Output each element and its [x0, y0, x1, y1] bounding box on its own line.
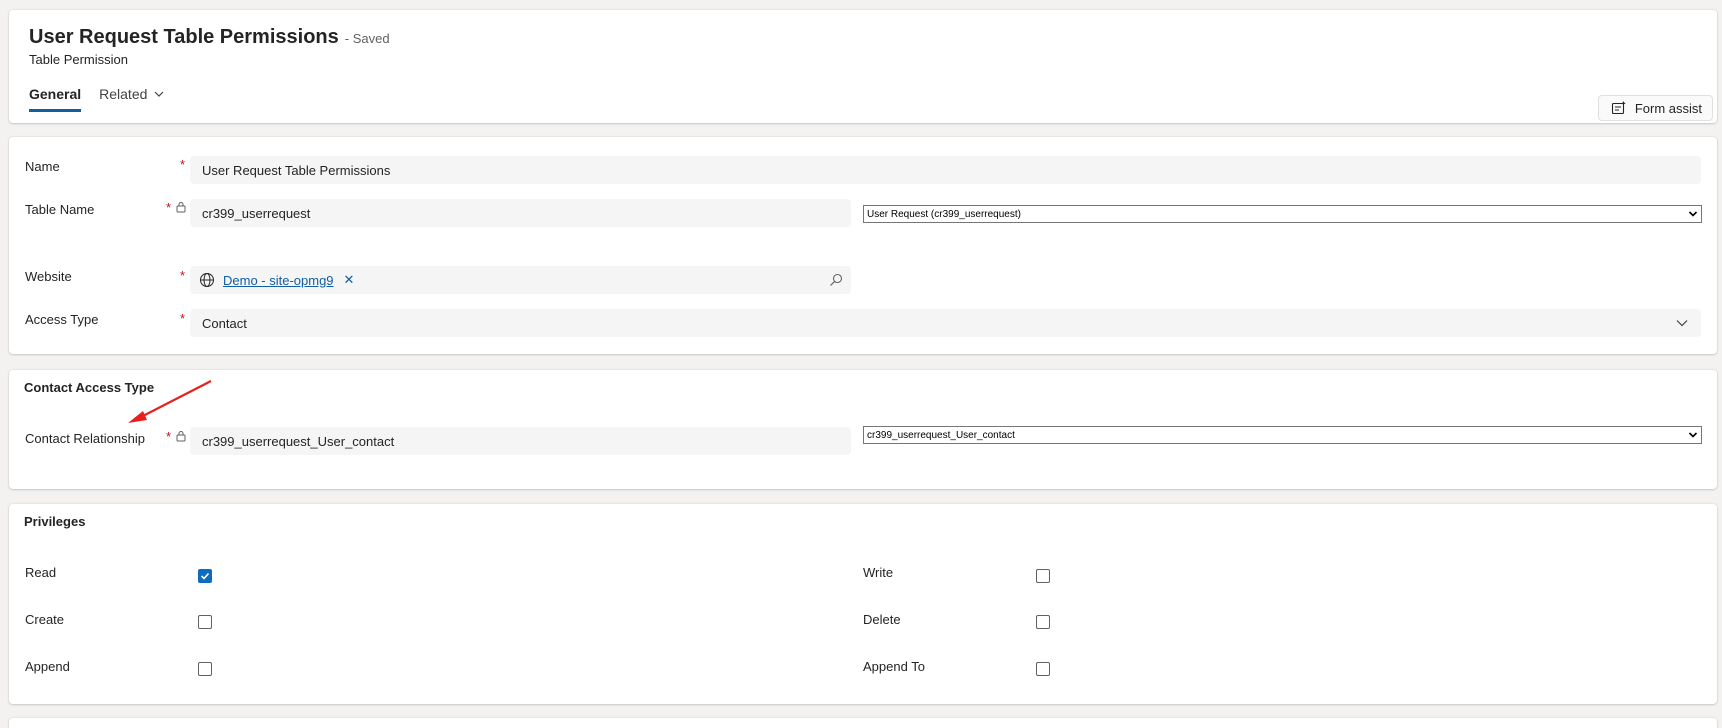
- required-marker: *: [180, 157, 186, 172]
- save-status: - Saved: [344, 31, 390, 46]
- search-icon[interactable]: [829, 273, 843, 287]
- relationship-select-value: cr399_userrequest_User_contact: [867, 429, 1015, 441]
- contact-relationship-input[interactable]: cr399_userrequest_User_contact: [190, 427, 851, 455]
- next-section: [9, 718, 1717, 728]
- name-label: Name: [25, 159, 60, 174]
- tab-general[interactable]: General: [29, 86, 82, 112]
- read-checkbox[interactable]: [198, 569, 212, 583]
- website-label: Website: [25, 269, 72, 284]
- website-lookup[interactable]: Demo - site-opmg9 ✕: [190, 266, 851, 294]
- append-checkbox[interactable]: [198, 662, 212, 676]
- required-marker: *: [166, 429, 172, 444]
- name-value: User Request Table Permissions: [202, 162, 391, 178]
- table-name-select[interactable]: User Request (cr399_userrequest): [863, 205, 1702, 223]
- chevron-down-icon: [154, 91, 164, 97]
- chevron-down-icon: [1688, 432, 1698, 438]
- required-marker: *: [180, 268, 186, 283]
- privilege-create-label: Create: [25, 612, 65, 627]
- privilege-delete-label: Delete: [863, 612, 901, 627]
- website-link[interactable]: Demo - site-opmg9: [223, 273, 334, 288]
- chevron-down-icon: [1676, 320, 1688, 327]
- lock-icon: [176, 431, 186, 442]
- table-name-value: cr399_userrequest: [202, 205, 311, 221]
- table-select-value: User Request (cr399_userrequest): [867, 208, 1021, 220]
- globe-icon: [200, 273, 214, 287]
- delete-checkbox[interactable]: [1036, 615, 1050, 629]
- form-assist-button[interactable]: Form assist: [1597, 95, 1713, 121]
- form-header: User Request Table Permissions - Saved T…: [9, 10, 1717, 123]
- privileges-section: Privileges Read Write Create Delete Appe…: [9, 504, 1717, 704]
- contact-relationship-value: cr399_userrequest_User_contact: [202, 433, 395, 449]
- contact-relationship-select[interactable]: cr399_userrequest_User_contact: [863, 426, 1702, 444]
- table-name-input[interactable]: cr399_userrequest: [190, 199, 851, 227]
- name-input[interactable]: User Request Table Permissions: [190, 156, 1701, 184]
- contact-relationship-label: Contact Relationship: [25, 431, 145, 446]
- privilege-read-label: Read: [25, 565, 57, 580]
- form-assist-icon: [1611, 101, 1626, 115]
- lock-icon: [176, 202, 186, 213]
- write-checkbox[interactable]: [1036, 569, 1050, 583]
- title-row: User Request Table Permissions - Saved: [29, 26, 390, 49]
- access-type-value: Contact: [202, 315, 247, 331]
- tab-related-label: Related: [99, 86, 148, 102]
- chevron-down-icon: [1688, 211, 1698, 217]
- section-title: Privileges: [24, 514, 86, 529]
- privilege-write-label: Write: [863, 565, 894, 580]
- contact-access-section: Contact Access Type Contact Relationship…: [9, 370, 1717, 489]
- privilege-append-to-label: Append To: [863, 659, 925, 674]
- tab-related[interactable]: Related: [99, 86, 165, 112]
- tab-bar: General Related: [29, 86, 183, 112]
- page-title: User Request Table Permissions: [29, 26, 339, 48]
- remove-icon[interactable]: ✕: [344, 272, 355, 288]
- annotation-arrow-icon: [128, 380, 212, 423]
- general-section: Name * User Request Table Permissions Ta…: [9, 137, 1717, 354]
- form-assist-label: Form assist: [1634, 100, 1702, 116]
- access-type-label: Access Type: [25, 312, 99, 327]
- privilege-append-label: Append: [25, 659, 70, 674]
- required-marker: *: [180, 311, 186, 326]
- create-checkbox[interactable]: [198, 615, 212, 629]
- entity-name: Table Permission: [29, 52, 128, 67]
- append-to-checkbox[interactable]: [1036, 662, 1050, 676]
- table-name-label: Table Name: [25, 202, 95, 217]
- tab-general-label: General: [29, 86, 82, 102]
- required-marker: *: [166, 200, 172, 215]
- access-type-select[interactable]: Contact: [190, 309, 1701, 337]
- checkmark-icon: [200, 572, 210, 580]
